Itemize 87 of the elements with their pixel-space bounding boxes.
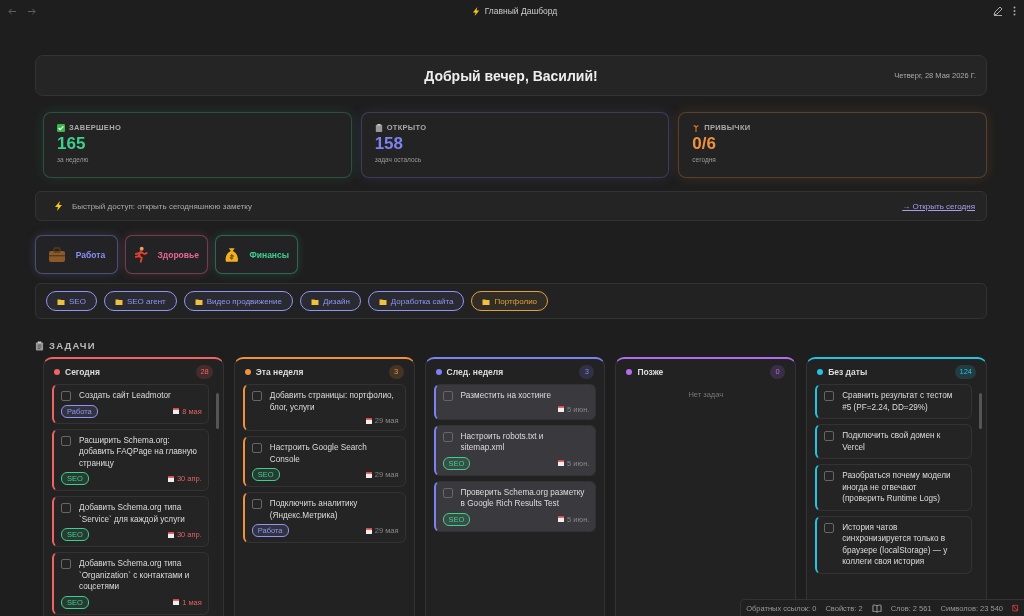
scrollbar-thumb[interactable] [215, 393, 219, 429]
page-title: Главный Дашборд [484, 6, 558, 16]
calendar-icon [558, 516, 565, 522]
folder-chip[interactable]: SEO [46, 291, 97, 311]
sync-error-icon [1012, 603, 1020, 613]
checkbox-icon [57, 123, 65, 132]
calendar-icon [173, 599, 180, 605]
sprout-icon [692, 123, 701, 132]
open-today-link[interactable]: → Открыть сегодня [902, 201, 975, 211]
folder-icon [114, 297, 123, 305]
task-title: Расширить Schema.org: добавить FAQPage на главную страницу [79, 434, 198, 469]
folder-icon [310, 297, 319, 305]
tasks-heading: ЗАДАЧИ [49, 340, 96, 351]
stat-value: 165 [57, 134, 87, 154]
task-checkbox[interactable] [61, 391, 71, 401]
folder-chip[interactable]: Доработка сайта [367, 291, 465, 311]
back-arrow-icon [8, 6, 17, 16]
lightning-icon [54, 201, 64, 211]
category-button[interactable]: Работа [35, 235, 118, 274]
calendar-icon [167, 531, 174, 538]
task-title: Создать сайт Leadmotor [79, 390, 172, 402]
stat-value: 158 [374, 134, 405, 154]
folder-icon [482, 297, 491, 305]
calendar-icon [558, 406, 565, 412]
task-checkbox[interactable] [824, 391, 835, 401]
task-checkbox[interactable] [61, 503, 71, 513]
folder-chip[interactable]: Дизайн [299, 291, 361, 311]
task-title: Настроить Google Search Console [269, 442, 368, 465]
folder-icon [194, 297, 203, 305]
task-checkbox[interactable] [61, 435, 71, 446]
scrollbar-thumb[interactable] [979, 393, 982, 429]
money-bag-icon [224, 245, 240, 264]
column-title: След. неделя [446, 366, 505, 377]
more-icon [1013, 6, 1016, 16]
stat-value: 0/6 [692, 134, 717, 154]
calendar-icon [558, 460, 565, 466]
forward-arrow-icon [27, 6, 36, 16]
task-card[interactable]: Сравнить результат с тестом #5 (PF=2.24, DD=29%) [815, 384, 972, 419]
column-title: Сегодня [65, 366, 101, 377]
task-title: Разобраться почему модели иногда не отвечают (проверить Runtime Logs) [842, 470, 952, 505]
task-checkbox[interactable] [442, 487, 453, 498]
clipboard-icon [374, 123, 383, 132]
lightning-icon [471, 6, 481, 16]
folder-icon [378, 297, 387, 305]
task-title: Добавить страницы: портфолио, блог, услуги [269, 390, 395, 413]
clipboard-icon [35, 340, 44, 351]
task-card[interactable]: Разобраться почему модели иногда не отвечают (проверить Runtime Logs) [815, 464, 972, 511]
task-title: Добавить Schema.org типа `Organization` с контактами и соцсетями [79, 558, 191, 593]
edit-icon [993, 6, 1003, 16]
quick-access-text: Быстрый доступ: открыть сегодняшнюю заметку [72, 201, 253, 211]
book-icon [871, 603, 882, 613]
task-checkbox[interactable] [824, 522, 835, 533]
column-title: Позже [637, 366, 665, 377]
task-checkbox[interactable] [251, 391, 262, 401]
folder-chip[interactable]: SEO агент [103, 291, 177, 311]
greeting-title: Добрый вечер, Василий! [424, 67, 598, 84]
task-title: Подключить свой домен к Vercel [842, 430, 942, 453]
column-title: Эта неделя [255, 366, 305, 377]
folder-chip[interactable]: Видео продвижение [183, 291, 293, 311]
task-checkbox[interactable] [824, 471, 835, 481]
folder-icon [57, 297, 65, 305]
folder-chip[interactable]: Портфолио [471, 291, 549, 311]
task-title: Сравнить результат с тестом #5 (PF=2.24, DD=29%) [842, 390, 954, 413]
task-checkbox[interactable] [442, 431, 453, 442]
task-checkbox[interactable] [61, 559, 71, 569]
task-title: Настроить robots.txt и sitemap.xml [460, 430, 545, 454]
category-button[interactable]: Здоровье [125, 235, 208, 274]
task-title: История чатов синхронизируется только в браузере (localStorage) — у коллеги своя история [842, 521, 949, 568]
calendar-icon [365, 417, 372, 424]
task-title: Разместить на хостинге [460, 390, 553, 402]
task-checkbox[interactable] [824, 431, 835, 441]
task-checkbox[interactable] [251, 443, 262, 453]
calendar-icon [365, 471, 372, 478]
briefcase-icon [47, 246, 66, 263]
task-card[interactable]: Подключить свой домен к Vercel [815, 424, 972, 459]
calendar-icon [173, 408, 180, 414]
calendar-icon [365, 527, 372, 534]
task-title: Добавить Schema.org типа `Service` для каждой услуги [79, 502, 186, 525]
task-title: Проверить Schema.org разметку в Google Rich Results Test [460, 486, 586, 510]
task-checkbox[interactable] [251, 499, 262, 509]
category-button[interactable]: Финансы [215, 235, 298, 274]
column-title: Без даты [828, 366, 869, 377]
calendar-icon [167, 475, 174, 482]
task-title: Подключить аналитику (Яндекс.Метрика) [269, 498, 359, 521]
task-checkbox[interactable] [442, 391, 453, 401]
running-figure-icon [134, 246, 148, 263]
task-card[interactable]: История чатов синхронизируется только в браузере (localStorage) — у коллеги своя история [815, 515, 972, 574]
